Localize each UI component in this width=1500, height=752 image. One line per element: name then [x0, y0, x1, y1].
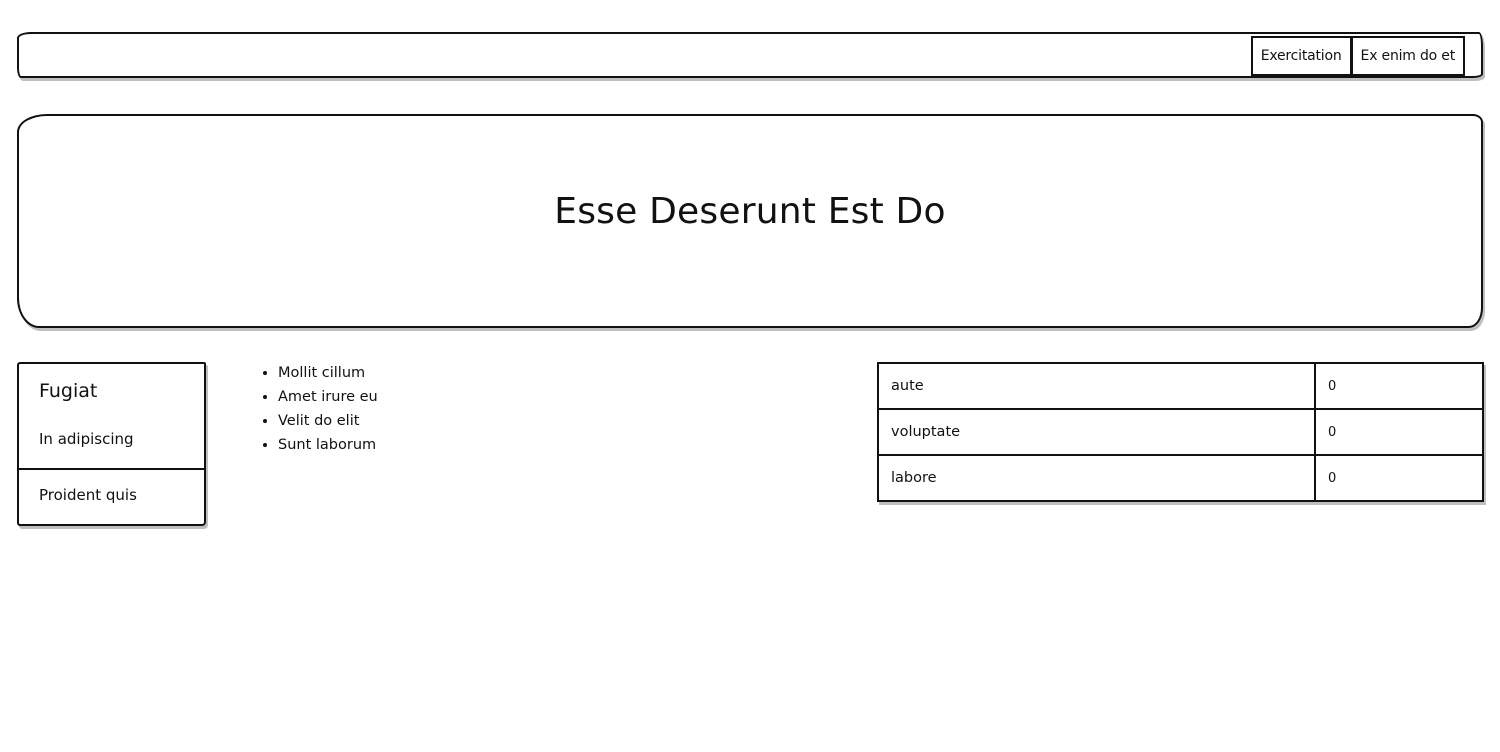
table-cell-label: aute — [877, 362, 1316, 410]
list-item: Sunt laborum — [278, 434, 378, 458]
table-cell-value: 0 — [1314, 454, 1484, 502]
table-cell-label: labore — [877, 454, 1316, 502]
bullet-list: Mollit cillum Amet irure eu Velit do eli… — [260, 362, 378, 458]
hero-banner: Esse Deserunt Est Do — [17, 114, 1483, 328]
nav-button-exercitation[interactable]: Exercitation — [1250, 36, 1352, 76]
list-item: Mollit cillum — [278, 362, 378, 386]
top-navbar: Exercitation Ex enim do et — [17, 32, 1483, 78]
table-cell-value: 0 — [1314, 362, 1484, 410]
hero-title: Esse Deserunt Est Do — [554, 190, 946, 232]
table-row: voluptate 0 — [877, 408, 1484, 456]
list-item: Amet irure eu — [278, 386, 378, 410]
card-footer: Proident quis — [39, 486, 137, 504]
table-cell-value: 0 — [1314, 408, 1484, 456]
table-row: aute 0 — [877, 362, 1484, 410]
card-subtitle: In adipiscing — [39, 430, 134, 448]
list-item: Velit do elit — [278, 410, 378, 434]
table-row: labore 0 — [877, 454, 1484, 502]
nav-button-group: Exercitation Ex enim do et — [1250, 36, 1465, 76]
card-header: Fugiat In adipiscing — [19, 364, 204, 470]
card-title: Fugiat — [39, 380, 98, 402]
table-cell-label: voluptate — [877, 408, 1316, 456]
info-card: Fugiat In adipiscing Proident quis — [17, 362, 206, 526]
data-table: aute 0 voluptate 0 labore 0 — [877, 362, 1484, 502]
nav-button-ex-enim-do-et[interactable]: Ex enim do et — [1350, 36, 1465, 76]
